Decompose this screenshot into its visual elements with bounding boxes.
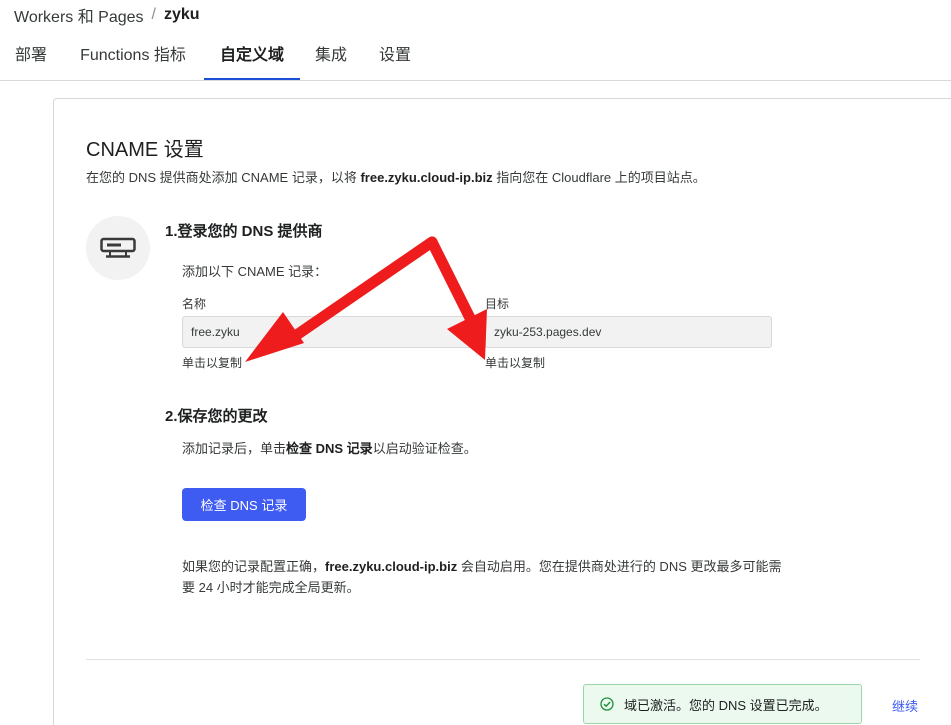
step1-instruction: 添加以下 CNAME 记录： [182, 264, 328, 279]
breadcrumb: Workers 和 Pages / zyku [14, 3, 200, 27]
breadcrumb-separator: / [151, 6, 156, 23]
tab-functions-metrics[interactable]: Functions 指标 [78, 34, 188, 80]
name-label: 名称 [182, 297, 207, 311]
step2-title: 2.保存您的更改 [165, 408, 268, 425]
success-toast: 域已激活。您的 DNS 设置已完成。 [583, 684, 862, 724]
continue-link[interactable]: 继续 [892, 696, 918, 715]
tab-deployments[interactable]: 部署 [14, 34, 48, 80]
tab-integrations[interactable]: 集成 [314, 34, 348, 80]
target-copy-hint[interactable]: 单击以复制 [485, 354, 545, 371]
cname-title: CNAME 设置 [86, 139, 204, 161]
step1-title: 1.登录您的 DNS 提供商 [165, 223, 323, 240]
toast-text: 域已激活。您的 DNS 设置已完成。 [624, 697, 828, 713]
divider [86, 659, 920, 660]
tab-bar: 部署 Functions 指标 自定义域 集成 设置 [0, 34, 951, 81]
check-dns-records-button[interactable]: 检查 DNS 记录 [182, 488, 306, 521]
check-circle-icon [600, 697, 614, 711]
server-icon [100, 237, 136, 258]
name-field[interactable]: free.zyku [182, 316, 485, 348]
name-copy-hint[interactable]: 单击以复制 [182, 354, 242, 371]
cname-description: 在您的 DNS 提供商处添加 CNAME 记录，以将 free.zyku.clo… [86, 170, 706, 185]
tab-custom-domains[interactable]: 自定义域 [204, 34, 300, 80]
tab-settings[interactable]: 设置 [378, 34, 412, 80]
server-icon-container [86, 216, 150, 280]
target-label: 目标 [485, 297, 510, 311]
target-field[interactable]: zyku-253.pages.dev [485, 316, 772, 348]
breadcrumb-current: zyku [163, 6, 200, 23]
propagation-note: 如果您的记录配置正确，free.zyku.cloud-ip.biz 会自动启用。… [182, 559, 782, 595]
breadcrumb-root[interactable]: Workers 和 Pages [14, 3, 144, 27]
step2-instruction: 添加记录后，单击检查 DNS 记录以启动验证检查。 [182, 441, 477, 456]
